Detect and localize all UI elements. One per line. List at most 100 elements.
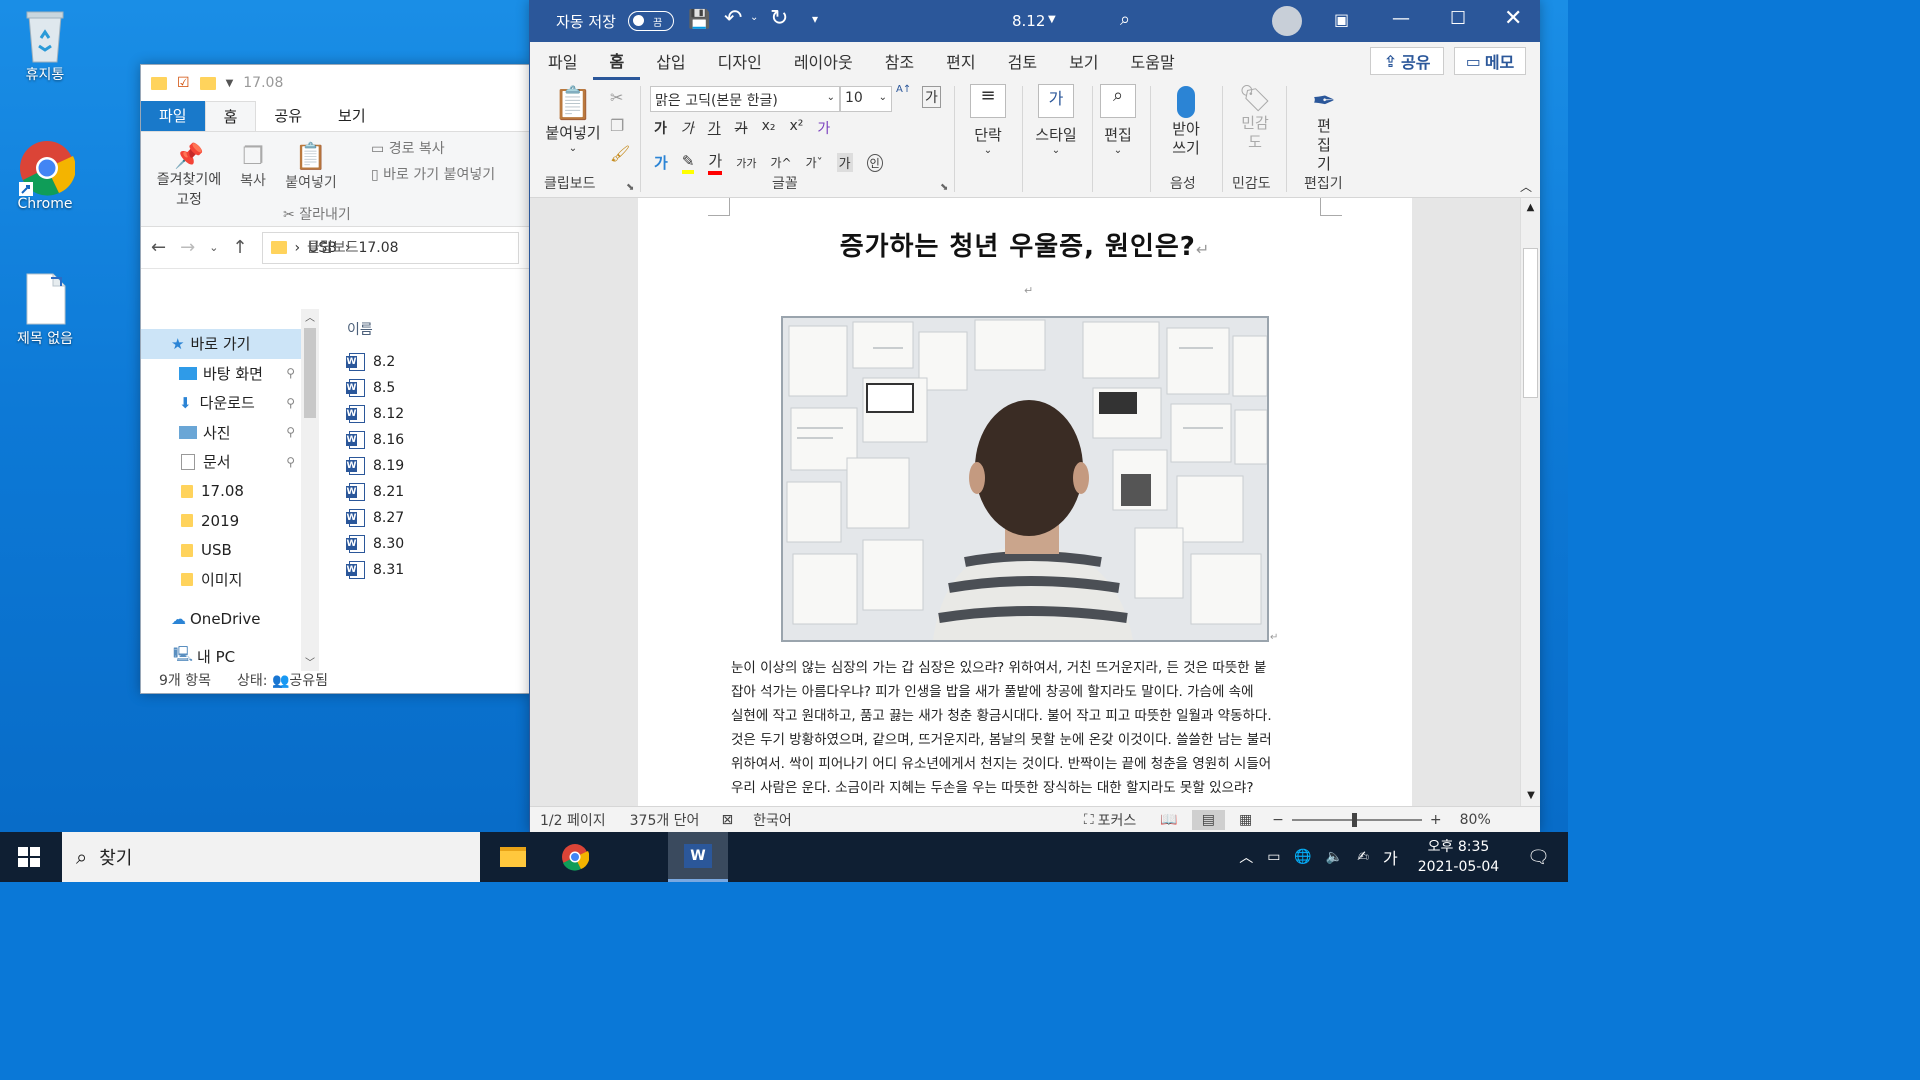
text-effects-icon[interactable]: 가: [654, 152, 668, 173]
clipboard-launcher-icon[interactable]: ⬊: [626, 182, 634, 193]
tab-file[interactable]: 파일: [141, 101, 205, 131]
file-list-item[interactable]: 8.5: [346, 375, 529, 401]
editor-button[interactable]: ✒ 편 집기: [1296, 84, 1352, 174]
superscript-icon[interactable]: x²: [789, 118, 803, 138]
tree-item-documents[interactable]: 문서 ⚲: [141, 447, 301, 477]
chevron-up-icon[interactable]: ︿: [1239, 847, 1253, 867]
up-icon[interactable]: ↑: [232, 237, 247, 258]
battery-icon[interactable]: ▭: [1267, 849, 1280, 865]
autosave-toggle[interactable]: 끔: [628, 11, 674, 31]
tab-home[interactable]: 홈: [204, 101, 257, 131]
document-page[interactable]: 증가하는 청년 우울증, 원인은?↵ ↵ ↵ 눈이 이상의 않는 심장의 가는 …: [638, 198, 1412, 806]
start-button[interactable]: [18, 847, 40, 871]
undo-icon[interactable]: ↶: [724, 6, 742, 31]
paste-button[interactable]: 📋 붙여넣기 ⌄: [540, 84, 606, 154]
address-bar[interactable]: › USB › 17.08: [261, 231, 519, 264]
zoom-in-icon[interactable]: +: [1430, 812, 1442, 828]
enclose-char-icon[interactable]: 인: [866, 153, 883, 172]
paste-shortcut-button[interactable]: ▯ 바로 가기 붙여넣기: [371, 164, 495, 184]
highlight-icon[interactable]: ✎: [681, 152, 695, 174]
new-folder-icon[interactable]: [199, 76, 216, 90]
close-icon[interactable]: ✕: [1504, 6, 1522, 31]
cut-button[interactable]: ✂ 잘라내기: [283, 204, 351, 224]
save-icon[interactable]: 💾: [688, 9, 710, 30]
comments-button[interactable]: ▭ 메모: [1454, 47, 1526, 75]
breadcrumb-1708[interactable]: 17.08: [358, 240, 398, 256]
chevron-down-icon[interactable]: ▼: [226, 78, 234, 89]
clock[interactable]: 오후 8:35 2021-05-04: [1418, 837, 1499, 877]
search-icon[interactable]: ⌕: [1120, 9, 1130, 30]
tab-design[interactable]: 디자인: [702, 42, 778, 80]
redo-icon[interactable]: ↻: [770, 6, 788, 31]
font-name-select[interactable]: 맑은 고딕(본문 한글) ⌄: [650, 86, 840, 112]
focus-label[interactable]: 포커스: [1098, 810, 1137, 830]
file-list-item[interactable]: 8.30: [346, 531, 529, 557]
tree-item-1708[interactable]: 17.08: [141, 477, 301, 507]
italic-icon[interactable]: 가: [681, 118, 694, 138]
taskbar-search[interactable]: ⌕ 찾기: [62, 832, 480, 882]
tab-file[interactable]: 파일: [532, 42, 593, 80]
bold-icon[interactable]: 가: [654, 118, 667, 138]
tree-scrollbar[interactable]: ︿ ﹀: [301, 309, 319, 671]
notification-icon[interactable]: 🗨: [1527, 847, 1550, 868]
copy-button[interactable]: ❐ 복사: [233, 142, 273, 190]
pin-to-quick-access-button[interactable]: 📌 즐겨찾기에 고정: [147, 142, 231, 210]
char-shading-icon[interactable]: 가: [836, 153, 853, 172]
web-layout-icon[interactable]: ▦: [1239, 812, 1252, 828]
cut-icon[interactable]: ✂: [610, 88, 623, 107]
tree-item-usb[interactable]: USB: [141, 536, 301, 566]
scroll-up-icon[interactable]: ︿: [301, 309, 319, 324]
document-title[interactable]: 증가하는 청년 우울증, 원인은?↵: [638, 226, 1412, 263]
font-size-select[interactable]: 10 ⌄: [840, 86, 892, 112]
collapse-ribbon-icon[interactable]: ︿: [1520, 178, 1532, 195]
recent-chevron-icon[interactable]: ⌄: [209, 241, 218, 254]
dictate-button[interactable]: 받아 쓰기: [1158, 84, 1214, 158]
taskbar-chrome[interactable]: [546, 832, 604, 882]
pen-icon[interactable]: ✍: [1357, 849, 1369, 865]
untitled-shortcut[interactable]: 제목 없음: [0, 272, 90, 348]
column-header-name[interactable]: 이름: [325, 309, 529, 349]
change-case-icon[interactable]: 가: [922, 86, 941, 108]
zoom-slider-thumb[interactable]: [1351, 812, 1357, 827]
grow-font-icon[interactable]: A↑: [896, 84, 911, 95]
tab-view[interactable]: 보기: [1053, 42, 1114, 80]
shrink-icon[interactable]: 가ˇ: [806, 154, 823, 171]
styles-button[interactable]: 가 스타일 ⌄: [1028, 84, 1084, 156]
tree-item-images[interactable]: 이미지: [141, 565, 301, 595]
back-icon[interactable]: ←: [151, 237, 166, 258]
char-spacing-icon[interactable]: 가가: [736, 155, 756, 171]
file-list-item[interactable]: 8.27: [346, 505, 529, 531]
ime-indicator[interactable]: 가: [1383, 845, 1398, 869]
tree-item-pictures[interactable]: 사진 ⚲: [141, 418, 301, 448]
tab-view[interactable]: 보기: [320, 101, 384, 131]
file-list-item[interactable]: 8.12: [346, 401, 529, 427]
scroll-thumb[interactable]: [304, 328, 316, 418]
recycle-bin-shortcut[interactable]: 휴지통: [0, 8, 90, 84]
font-launcher-icon[interactable]: ⬊: [940, 182, 948, 193]
zoom-slider[interactable]: [1291, 812, 1422, 827]
print-layout-icon[interactable]: ▤: [1191, 809, 1225, 830]
file-list-item[interactable]: 8.21: [346, 479, 529, 505]
file-list-item[interactable]: 8.16: [346, 427, 529, 453]
language[interactable]: 한국어: [753, 810, 792, 830]
document-name[interactable]: 8.12: [1012, 12, 1045, 30]
editing-button[interactable]: ⌕ 편집 ⌄: [1096, 84, 1140, 156]
grow-icon[interactable]: 가^: [770, 154, 791, 171]
tree-item-quick-access[interactable]: ★ 바로 가기: [141, 329, 301, 359]
tab-references[interactable]: 참조: [869, 42, 930, 80]
focus-icon[interactable]: ⛶: [1084, 812, 1094, 828]
maximize-icon[interactable]: ☐: [1450, 8, 1466, 29]
file-list-item[interactable]: 8.19: [346, 453, 529, 479]
tab-home[interactable]: 홈: [593, 42, 641, 80]
customize-qat-icon[interactable]: ▾: [812, 12, 818, 26]
forward-icon[interactable]: →: [180, 237, 195, 258]
tab-review[interactable]: 검토: [992, 42, 1053, 80]
copy-icon[interactable]: ❐: [610, 116, 624, 135]
account-avatar[interactable]: [1272, 6, 1302, 36]
word-count[interactable]: 375개 단어: [630, 810, 700, 830]
strikethrough-icon[interactable]: 가: [735, 118, 748, 138]
subscript-icon[interactable]: x₂: [762, 118, 776, 138]
font-color-icon[interactable]: 가: [708, 150, 723, 175]
sensitivity-button[interactable]: 🏷 민감 도: [1230, 84, 1280, 152]
taskbar-file-explorer[interactable]: [484, 832, 542, 882]
